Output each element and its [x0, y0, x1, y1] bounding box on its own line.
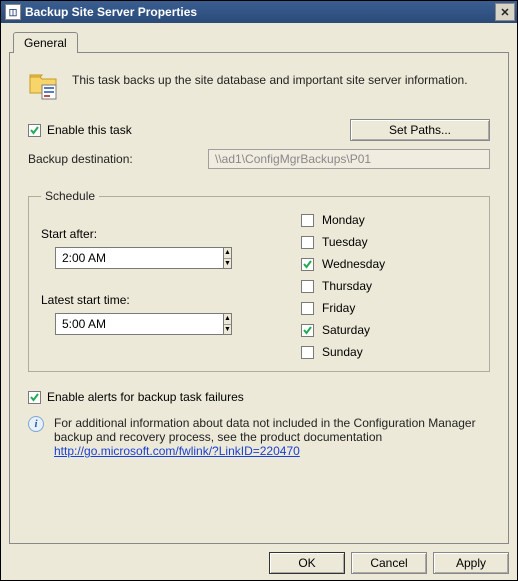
checkbox-icon	[301, 280, 314, 293]
enable-task-label: Enable this task	[47, 123, 132, 137]
spinner-up-icon[interactable]: ▲	[224, 314, 231, 325]
day-checkbox-tuesday[interactable]: Tuesday	[301, 235, 477, 249]
checkbox-icon	[301, 258, 314, 271]
checkbox-icon	[301, 324, 314, 337]
info-link[interactable]: http://go.microsoft.com/fwlink/?LinkID=2…	[54, 444, 300, 458]
checkbox-icon	[301, 302, 314, 315]
tab-headers: General	[9, 31, 509, 52]
info-text: For additional information about data no…	[54, 416, 490, 458]
schedule-legend: Schedule	[41, 189, 99, 203]
latest-start-input[interactable]	[55, 313, 223, 335]
start-after-label: Start after:	[41, 227, 271, 241]
checkbox-icon	[301, 236, 314, 249]
day-label: Thursday	[322, 279, 372, 293]
destination-label: Backup destination:	[28, 152, 208, 166]
apply-button[interactable]: Apply	[433, 552, 509, 574]
enable-alerts-label: Enable alerts for backup task failures	[47, 390, 244, 404]
day-label: Monday	[322, 213, 365, 227]
day-checkbox-monday[interactable]: Monday	[301, 213, 477, 227]
enable-alerts-checkbox[interactable]: Enable alerts for backup task failures	[28, 390, 244, 404]
day-label: Wednesday	[322, 257, 385, 271]
day-checkbox-saturday[interactable]: Saturday	[301, 323, 477, 337]
spinner-down-icon[interactable]: ▼	[224, 325, 231, 335]
app-icon: ◫	[5, 4, 21, 20]
day-label: Tuesday	[322, 235, 368, 249]
enable-task-checkbox[interactable]: Enable this task	[28, 123, 132, 137]
tab-body: This task backs up the site database and…	[9, 52, 509, 544]
spinner-up-icon[interactable]: ▲	[224, 248, 231, 259]
task-description: This task backs up the site database and…	[72, 69, 468, 87]
destination-input	[208, 149, 490, 169]
day-checkbox-sunday[interactable]: Sunday	[301, 345, 477, 359]
close-button[interactable]: ✕	[495, 3, 515, 21]
checkbox-icon	[301, 214, 314, 227]
day-label: Sunday	[322, 345, 363, 359]
day-checkbox-thursday[interactable]: Thursday	[301, 279, 477, 293]
start-after-input[interactable]	[55, 247, 223, 269]
start-after-spinner[interactable]: ▲ ▼	[55, 247, 205, 269]
ok-button[interactable]: OK	[269, 552, 345, 574]
latest-start-label: Latest start time:	[41, 293, 271, 307]
spinner-down-icon[interactable]: ▼	[224, 259, 231, 269]
schedule-group: Schedule Start after: ▲ ▼	[28, 189, 490, 372]
titlebar: ◫ Backup Site Server Properties ✕	[1, 1, 517, 23]
checkbox-icon	[28, 124, 41, 137]
checkbox-icon	[301, 346, 314, 359]
tab-general[interactable]: General	[13, 32, 78, 53]
cancel-button[interactable]: Cancel	[351, 552, 427, 574]
info-icon: i	[28, 416, 44, 432]
day-label: Friday	[322, 301, 355, 315]
day-checkbox-wednesday[interactable]: Wednesday	[301, 257, 477, 271]
checkbox-icon	[28, 391, 41, 404]
day-checkbox-friday[interactable]: Friday	[301, 301, 477, 315]
window-title: Backup Site Server Properties	[25, 5, 495, 19]
day-label: Saturday	[322, 323, 370, 337]
latest-start-spinner[interactable]: ▲ ▼	[55, 313, 205, 335]
folder-backup-icon	[28, 69, 60, 101]
set-paths-button[interactable]: Set Paths...	[350, 119, 490, 141]
